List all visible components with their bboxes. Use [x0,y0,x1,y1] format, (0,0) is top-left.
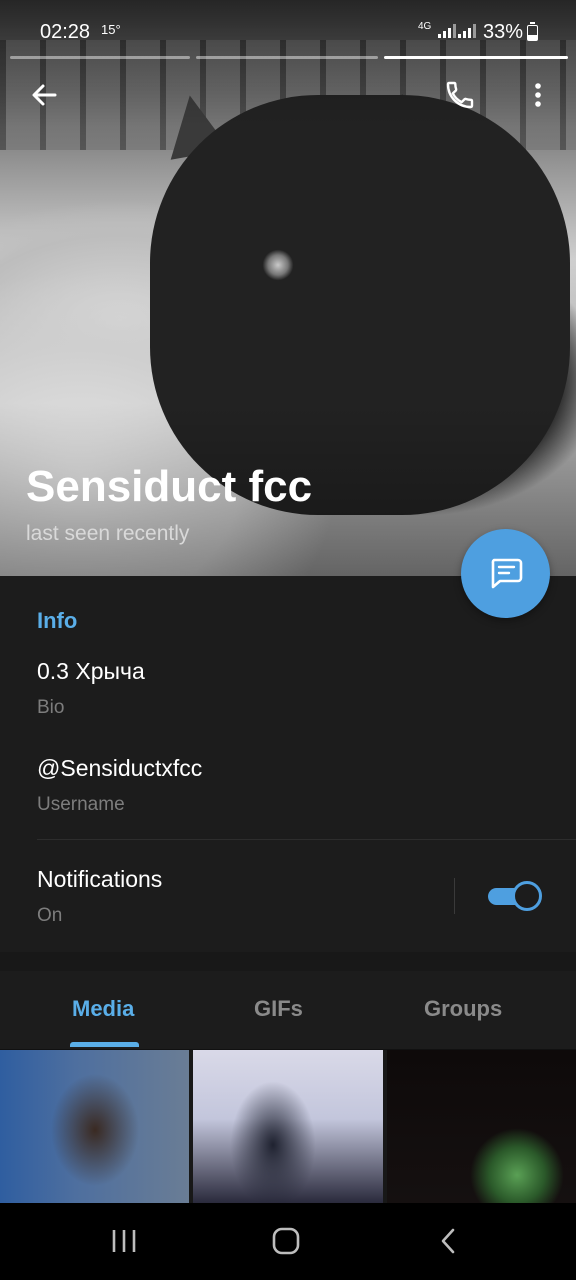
call-button[interactable] [436,71,484,119]
info-section: Info 0.3 Хрыча Bio @Sensiductxfcc Userna… [0,576,576,952]
story-progress-segment-active [384,56,568,59]
home-icon [272,1227,300,1255]
back-button[interactable] [20,71,68,119]
profile-last-seen: last seen recently [26,522,190,545]
toggle-knob [512,881,542,911]
back-nav-icon [441,1228,455,1254]
recent-apps-button[interactable] [100,1217,148,1265]
info-header: Info [37,608,78,633]
recent-apps-icon [112,1230,136,1252]
home-button[interactable] [262,1217,310,1265]
shared-media-tabs: Media GIFs Groups [0,971,576,1050]
status-bar: 02:28 15° 4G 33% [0,0,576,58]
media-thumbnail[interactable] [387,1050,576,1203]
bio-value[interactable]: 0.3 Хрыча [37,658,145,685]
signal-icon [458,24,476,38]
back-arrow-icon [32,84,57,106]
notifications-state: On [37,905,63,926]
tab-groups[interactable]: Groups [424,996,502,1022]
username-label: Username [37,794,125,815]
system-back-button[interactable] [424,1217,472,1265]
status-temperature: 15° [101,22,121,37]
status-battery-percent: 33% [483,21,524,43]
notifications-title[interactable]: Notifications [37,866,162,893]
status-time: 02:28 [40,21,91,43]
bio-label: Bio [37,697,65,718]
story-progress-segment [10,56,190,59]
tab-indicator [70,1042,139,1047]
status-network-type: 4G [418,21,432,32]
more-options-button[interactable] [514,71,562,119]
phone-icon [446,81,474,109]
more-vertical-icon [535,83,541,107]
profile-name: Sensiduct fcc [26,462,313,511]
battery-icon [527,22,538,41]
media-thumbnail[interactable] [193,1050,383,1203]
media-thumbnail[interactable] [0,1050,189,1203]
story-progress-segment [196,56,378,59]
tab-gifs[interactable]: GIFs [254,996,303,1022]
system-navigation-bar [0,1203,576,1280]
username-value[interactable]: @Sensiductxfcc [37,755,202,782]
tab-media[interactable]: Media [72,996,134,1022]
message-icon [491,558,522,588]
notifications-toggle[interactable] [488,881,542,911]
send-message-button[interactable] [461,529,550,618]
info-divider [37,839,576,840]
signal-icon [438,24,456,38]
notifications-separator [454,878,455,914]
